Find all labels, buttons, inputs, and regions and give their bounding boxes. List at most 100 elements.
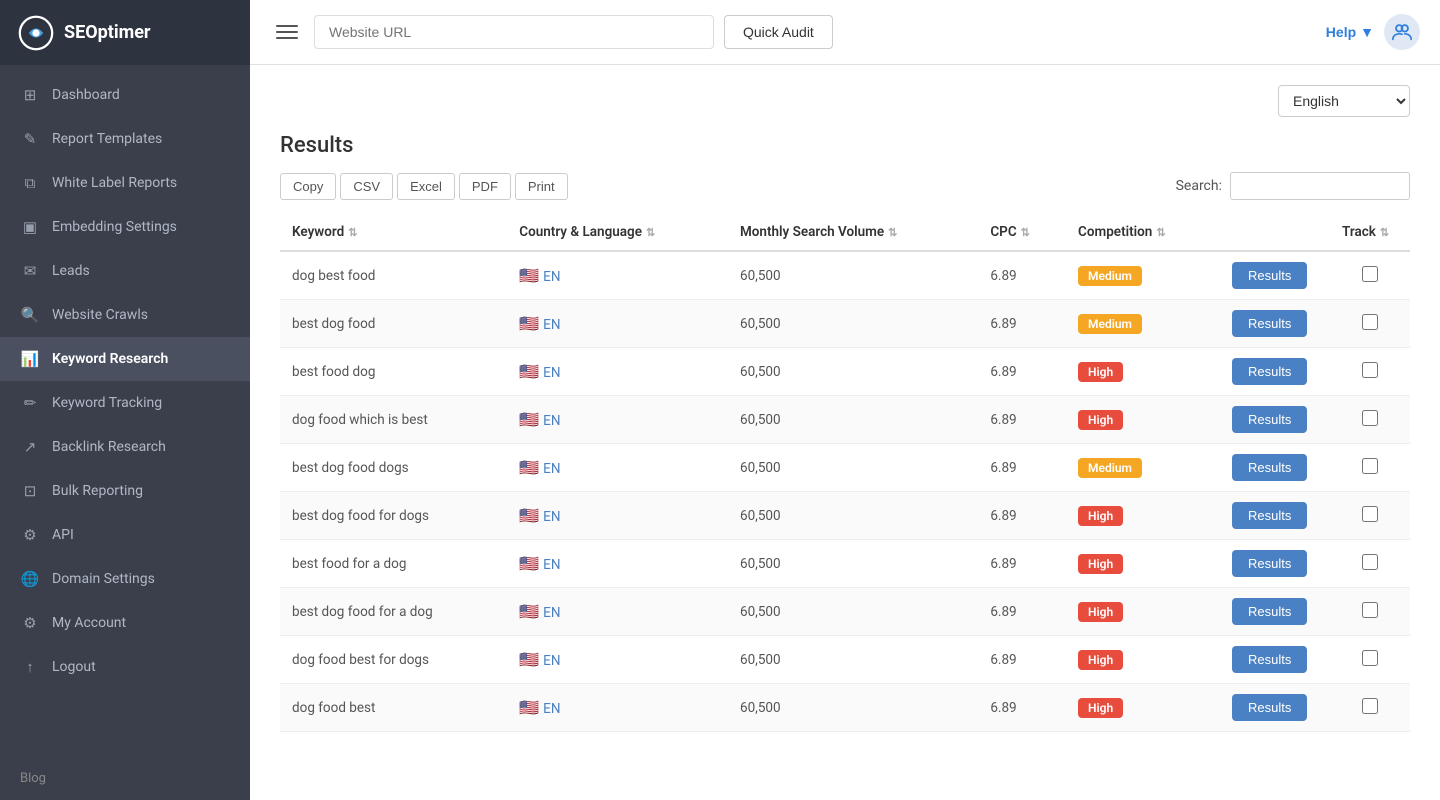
sidebar-item-domain-settings[interactable]: 🌐Domain Settings: [0, 557, 250, 601]
user-avatar[interactable]: [1384, 14, 1420, 50]
col-header-cpc[interactable]: CPC⇅: [978, 214, 1066, 251]
col-header-track[interactable]: Track⇅: [1330, 214, 1410, 251]
cell-competition: Medium: [1066, 251, 1220, 300]
export-copy-button[interactable]: Copy: [280, 173, 336, 200]
export-excel-button[interactable]: Excel: [397, 173, 455, 200]
track-checkbox[interactable]: [1362, 266, 1378, 282]
results-button[interactable]: Results: [1232, 646, 1307, 673]
cell-monthly-volume: 60,500: [728, 636, 978, 684]
cell-cpc: 6.89: [978, 251, 1066, 300]
cell-track: [1330, 348, 1410, 396]
cell-country-language: 🇺🇸EN: [507, 588, 728, 636]
cell-country-language: 🇺🇸EN: [507, 636, 728, 684]
lang-code: EN: [543, 605, 560, 621]
cell-cpc: 6.89: [978, 540, 1066, 588]
track-checkbox[interactable]: [1362, 314, 1378, 330]
sidebar-item-keyword-research[interactable]: 📊Keyword Research: [0, 337, 250, 381]
cell-keyword: best dog food for dogs: [280, 492, 507, 540]
sort-icon: ⇅: [888, 226, 897, 239]
results-button[interactable]: Results: [1232, 694, 1307, 721]
sidebar-item-report-templates[interactable]: ✎Report Templates: [0, 117, 250, 161]
cell-monthly-volume: 60,500: [728, 444, 978, 492]
results-button[interactable]: Results: [1232, 502, 1307, 529]
cell-country-language: 🇺🇸EN: [507, 300, 728, 348]
hamburger-menu-button[interactable]: [270, 19, 304, 45]
cell-cpc: 6.89: [978, 492, 1066, 540]
col-header-keyword[interactable]: Keyword⇅: [280, 214, 507, 251]
language-select[interactable]: EnglishSpanishFrenchGermanPortuguese: [1278, 85, 1410, 117]
competition-badge: High: [1078, 362, 1123, 382]
cell-cpc: 6.89: [978, 684, 1066, 732]
cell-results: Results: [1220, 492, 1330, 540]
results-button[interactable]: Results: [1232, 550, 1307, 577]
col-header-results-col[interactable]: [1220, 214, 1330, 251]
keyword-table: Keyword⇅Country & Language⇅Monthly Searc…: [280, 214, 1410, 732]
sidebar-blog[interactable]: Blog: [0, 757, 250, 800]
track-checkbox[interactable]: [1362, 554, 1378, 570]
export-print-button[interactable]: Print: [515, 173, 568, 200]
cell-competition: High: [1066, 348, 1220, 396]
sidebar-item-backlink-research[interactable]: ↗Backlink Research: [0, 425, 250, 469]
sidebar-item-white-label-reports[interactable]: ⧉White Label Reports: [0, 161, 250, 205]
cell-competition: High: [1066, 396, 1220, 444]
track-checkbox[interactable]: [1362, 410, 1378, 426]
backlink-research-icon: ↗: [20, 437, 40, 457]
cell-country-language: 🇺🇸EN: [507, 492, 728, 540]
competition-badge: High: [1078, 650, 1123, 670]
competition-badge: High: [1078, 554, 1123, 574]
cell-competition: High: [1066, 588, 1220, 636]
results-button[interactable]: Results: [1232, 310, 1307, 337]
sidebar-item-keyword-tracking[interactable]: ✏Keyword Tracking: [0, 381, 250, 425]
sidebar-item-website-crawls[interactable]: 🔍Website Crawls: [0, 293, 250, 337]
results-button[interactable]: Results: [1232, 262, 1307, 289]
sort-icon: ⇅: [1021, 226, 1030, 239]
sort-icon: ⇅: [348, 226, 357, 239]
avatar-icon: [1391, 21, 1413, 43]
export-pdf-button[interactable]: PDF: [459, 173, 511, 200]
cell-results: Results: [1220, 300, 1330, 348]
track-checkbox[interactable]: [1362, 602, 1378, 618]
cell-monthly-volume: 60,500: [728, 348, 978, 396]
cell-cpc: 6.89: [978, 348, 1066, 396]
sidebar-item-label: Dashboard: [52, 87, 120, 103]
sidebar-item-logout[interactable]: ↑Logout: [0, 645, 250, 689]
results-button[interactable]: Results: [1232, 454, 1307, 481]
results-button[interactable]: Results: [1232, 358, 1307, 385]
track-checkbox[interactable]: [1362, 506, 1378, 522]
sidebar-item-embedding-settings[interactable]: ▣Embedding Settings: [0, 205, 250, 249]
track-checkbox[interactable]: [1362, 362, 1378, 378]
sidebar-item-my-account[interactable]: ⚙My Account: [0, 601, 250, 645]
quick-audit-button[interactable]: Quick Audit: [724, 15, 833, 49]
track-checkbox[interactable]: [1362, 650, 1378, 666]
website-url-input[interactable]: [314, 15, 714, 49]
cell-keyword: dog best food: [280, 251, 507, 300]
track-checkbox[interactable]: [1362, 458, 1378, 474]
logo-area[interactable]: SEOptimer: [0, 0, 250, 65]
cell-track: [1330, 396, 1410, 444]
col-header-competition[interactable]: Competition⇅: [1066, 214, 1220, 251]
sidebar-item-dashboard[interactable]: ⊞Dashboard: [0, 73, 250, 117]
results-button[interactable]: Results: [1232, 406, 1307, 433]
results-button[interactable]: Results: [1232, 598, 1307, 625]
competition-badge: High: [1078, 698, 1123, 718]
cell-competition: Medium: [1066, 300, 1220, 348]
country-flag: 🇺🇸: [519, 314, 539, 333]
sidebar-item-bulk-reporting[interactable]: ⊡Bulk Reporting: [0, 469, 250, 513]
sidebar-item-label: White Label Reports: [52, 175, 177, 191]
sidebar-item-leads[interactable]: ✉Leads: [0, 249, 250, 293]
cell-country-language: 🇺🇸EN: [507, 540, 728, 588]
help-button[interactable]: Help ▼: [1326, 24, 1374, 40]
export-csv-button[interactable]: CSV: [340, 173, 393, 200]
cell-monthly-volume: 60,500: [728, 540, 978, 588]
col-header-monthly-search-volume[interactable]: Monthly Search Volume⇅: [728, 214, 978, 251]
sort-icon: ⇅: [1156, 226, 1165, 239]
table-search-input[interactable]: [1230, 172, 1410, 200]
country-flag: 🇺🇸: [519, 362, 539, 381]
col-header-country-language[interactable]: Country & Language⇅: [507, 214, 728, 251]
search-label: Search:: [1176, 178, 1222, 194]
table-row: best dog food🇺🇸EN60,5006.89MediumResults: [280, 300, 1410, 348]
topbar: Quick Audit Help ▼: [250, 0, 1440, 65]
track-checkbox[interactable]: [1362, 698, 1378, 714]
sidebar-item-api[interactable]: ⚙API: [0, 513, 250, 557]
logo-icon: [18, 15, 54, 51]
